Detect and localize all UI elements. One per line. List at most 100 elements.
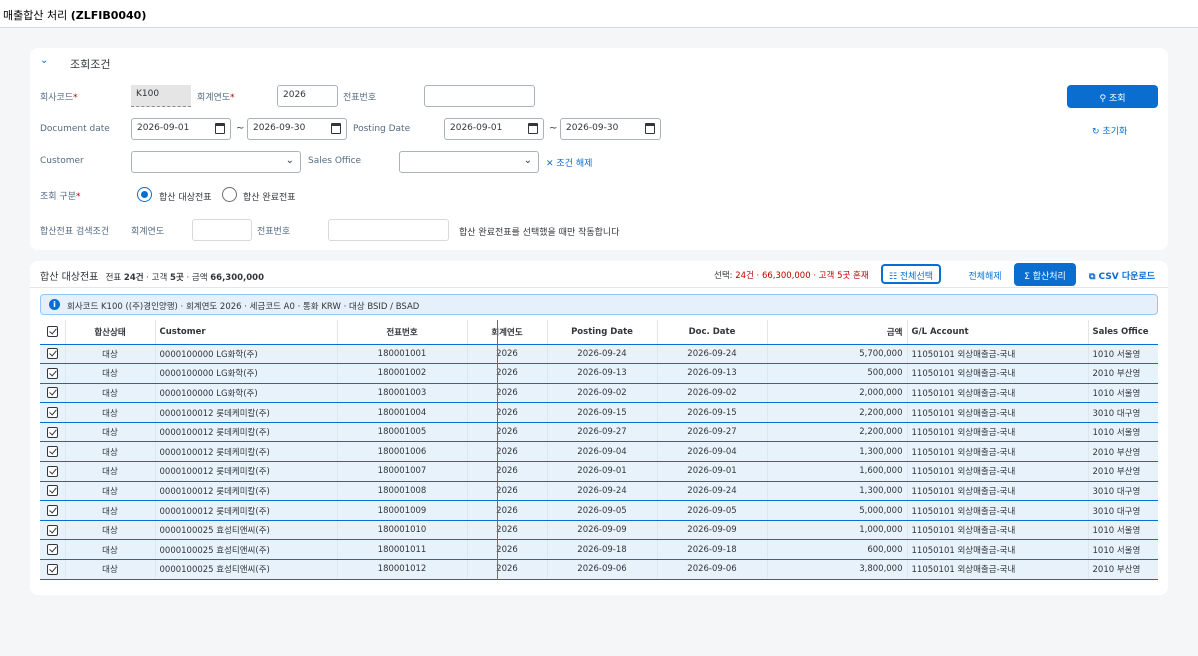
table-row[interactable]: 대상 0000100000 LG화학(주) 180001001 2026 2026-09… xyxy=(40,344,1158,365)
customer-select[interactable]: ⌄ xyxy=(131,151,301,173)
document-date-from-field[interactable]: 2026-09-01 xyxy=(131,118,231,140)
header-checkbox[interactable] xyxy=(40,320,66,345)
row-checkbox[interactable] xyxy=(40,363,66,384)
cell-customer: 0000100012 롯데케미칼(주) xyxy=(155,422,338,443)
row-checkbox-icon[interactable] xyxy=(46,544,58,556)
column-splitter[interactable] xyxy=(497,320,498,580)
row-checkbox-icon[interactable] xyxy=(46,348,58,360)
table-row[interactable]: 대상 0000100012 롯데케미칼(주) 180001006 2026 2026-0… xyxy=(40,441,1158,463)
calendar-icon[interactable] xyxy=(331,123,341,134)
cell-status: 대상 xyxy=(65,461,156,482)
table-row[interactable]: 대상 0000100012 롯데케미칼(주) 180001004 2026 2026-0… xyxy=(40,402,1158,423)
table-row[interactable]: 대상 0000100012 롯데케미칼(주) 180001008 2026 2026-0… xyxy=(40,481,1158,502)
range-separator: ~ xyxy=(236,123,245,134)
row-checkbox[interactable] xyxy=(40,559,66,580)
col-customer[interactable]: Customer xyxy=(155,320,338,345)
cell-doc-date: 2026-09-15 xyxy=(657,402,768,423)
calendar-icon[interactable] xyxy=(528,123,538,134)
row-checkbox[interactable] xyxy=(40,383,66,404)
search-icon: ⚲ xyxy=(1099,94,1107,104)
cell-sales-office: 3010 대구영 xyxy=(1088,500,1158,521)
row-checkbox[interactable] xyxy=(40,461,66,482)
cell-amount: 5,700,000 xyxy=(767,344,908,365)
reset-link[interactable]: ↻ 초기화 xyxy=(1092,124,1127,137)
cell-posting-date: 2026-09-24 xyxy=(547,344,658,365)
col-gl-account[interactable]: G/L Account xyxy=(907,320,1089,345)
col-status[interactable]: 합산상태 xyxy=(65,320,156,345)
table-row[interactable]: 대상 0000100012 롯데케미칼(주) 180001009 2026 2026-0… xyxy=(40,500,1158,521)
row-checkbox-icon[interactable] xyxy=(46,465,58,477)
document-date-to-field[interactable]: 2026-09-30 xyxy=(247,118,347,140)
calendar-icon[interactable] xyxy=(215,123,225,134)
calendar-icon[interactable] xyxy=(645,123,655,134)
select-all-button[interactable]: ☷ 전체선택 xyxy=(881,264,941,284)
sum-doc-label: 전표번호 xyxy=(257,227,291,237)
row-checkbox[interactable] xyxy=(40,402,66,423)
row-checkbox-icon[interactable] xyxy=(46,524,58,536)
range-separator: ~ xyxy=(549,123,558,134)
table-row[interactable]: 대상 0000100025 효성티앤씨(주) 180001010 2026 2026-0… xyxy=(40,520,1158,541)
cell-doc-no: 180001009 xyxy=(337,500,468,521)
row-checkbox[interactable] xyxy=(40,520,66,541)
sum-doc-field[interactable] xyxy=(328,219,449,241)
chevron-down-icon[interactable]: ⌄ xyxy=(40,55,48,66)
cell-customer: 0000100025 효성티앤씨(주) xyxy=(155,520,338,541)
row-checkbox-icon[interactable] xyxy=(46,387,58,399)
row-checkbox-icon[interactable] xyxy=(46,505,58,517)
table-row[interactable]: 대상 0000100025 효성티앤씨(주) 180001012 2026 2026-0… xyxy=(40,559,1158,580)
col-sales-office[interactable]: Sales Office xyxy=(1088,320,1158,345)
posting-date-from-field[interactable]: 2026-09-01 xyxy=(444,118,544,140)
row-checkbox-icon[interactable] xyxy=(46,563,58,575)
cell-customer: 0000100000 LG화학(주) xyxy=(155,344,338,365)
cell-status: 대상 xyxy=(65,344,156,365)
col-doc-date[interactable]: Doc. Date xyxy=(657,320,768,345)
row-checkbox[interactable] xyxy=(40,422,66,443)
doc-no-field[interactable] xyxy=(424,85,535,107)
document-date-label: Document date xyxy=(40,124,110,134)
cell-fiscal-year: 2026 xyxy=(467,422,548,443)
result-panel: 합산 대상전표 전표 24건 · 고객 5곳 · 금액 66,300,000 선… xyxy=(30,261,1168,595)
table-row[interactable]: 대상 0000100012 롯데케미칼(주) 180001007 2026 2026-0… xyxy=(40,461,1158,482)
row-checkbox[interactable] xyxy=(40,500,66,521)
cell-doc-no: 180001010 xyxy=(337,520,468,541)
sum-process-button[interactable]: Σ 합산처리 xyxy=(1014,263,1076,286)
table-row[interactable]: 대상 0000100012 롯데케미칼(주) 180001005 2026 2026-0… xyxy=(40,422,1158,443)
posting-date-to-field[interactable]: 2026-09-30 xyxy=(560,118,661,140)
sales-office-select[interactable]: ⌄ xyxy=(399,151,539,173)
row-checkbox[interactable] xyxy=(40,481,66,502)
col-posting-date[interactable]: Posting Date xyxy=(547,320,658,345)
table-row[interactable]: 대상 0000100000 LG화학(주) 180001003 2026 2026-09… xyxy=(40,383,1158,404)
row-checkbox-icon[interactable] xyxy=(46,407,58,419)
clear-conditions-link[interactable]: ✕ 조건 해제 xyxy=(546,156,592,169)
cell-amount: 3,800,000 xyxy=(767,559,908,580)
filter-panel-title: 조회조건 xyxy=(70,58,111,71)
cell-status: 대상 xyxy=(65,402,156,423)
table-row[interactable]: 대상 0000100000 LG화학(주) 180001002 2026 2026-09… xyxy=(40,363,1158,384)
result-title: 합산 대상전표 전표 24건 · 고객 5곳 · 금액 66,300,000 xyxy=(40,272,265,283)
row-checkbox-icon[interactable] xyxy=(46,485,58,497)
row-checkbox-icon[interactable] xyxy=(46,367,58,379)
col-amount[interactable]: 금액 xyxy=(767,320,908,345)
fiscal-year-field[interactable]: 2026 xyxy=(277,85,338,107)
radio-sum-done[interactable] xyxy=(222,187,237,202)
sum-year-field[interactable] xyxy=(192,219,252,241)
radio-sum-target[interactable] xyxy=(137,187,152,202)
cell-doc-no: 180001007 xyxy=(337,461,468,482)
col-fiscal-year[interactable]: 회계연도 xyxy=(467,320,548,345)
row-checkbox-icon[interactable] xyxy=(46,426,58,438)
row-checkbox[interactable] xyxy=(40,539,66,561)
cell-posting-date: 2026-09-02 xyxy=(547,383,658,404)
csv-download-button[interactable]: ⧉ CSV 다운로드 xyxy=(1083,264,1161,284)
deselect-all-button[interactable]: 전체해제 xyxy=(960,264,1010,284)
row-checkbox[interactable] xyxy=(40,441,66,463)
cell-status: 대상 xyxy=(65,500,156,521)
table-row[interactable]: 대상 0000100025 효성티앤씨(주) 180001011 2026 2026-0… xyxy=(40,539,1158,561)
cell-doc-no: 180001012 xyxy=(337,559,468,580)
col-doc-no[interactable]: 전표번호 xyxy=(337,320,468,345)
search-button[interactable]: ⚲ 조회 xyxy=(1067,85,1158,108)
cell-customer: 0000100012 롯데케미칼(주) xyxy=(155,481,338,502)
row-checkbox[interactable] xyxy=(40,344,66,365)
row-checkbox-icon[interactable] xyxy=(46,446,58,458)
select-all-checkbox[interactable] xyxy=(46,326,58,338)
doc-no-label: 전표번호 xyxy=(343,93,377,103)
